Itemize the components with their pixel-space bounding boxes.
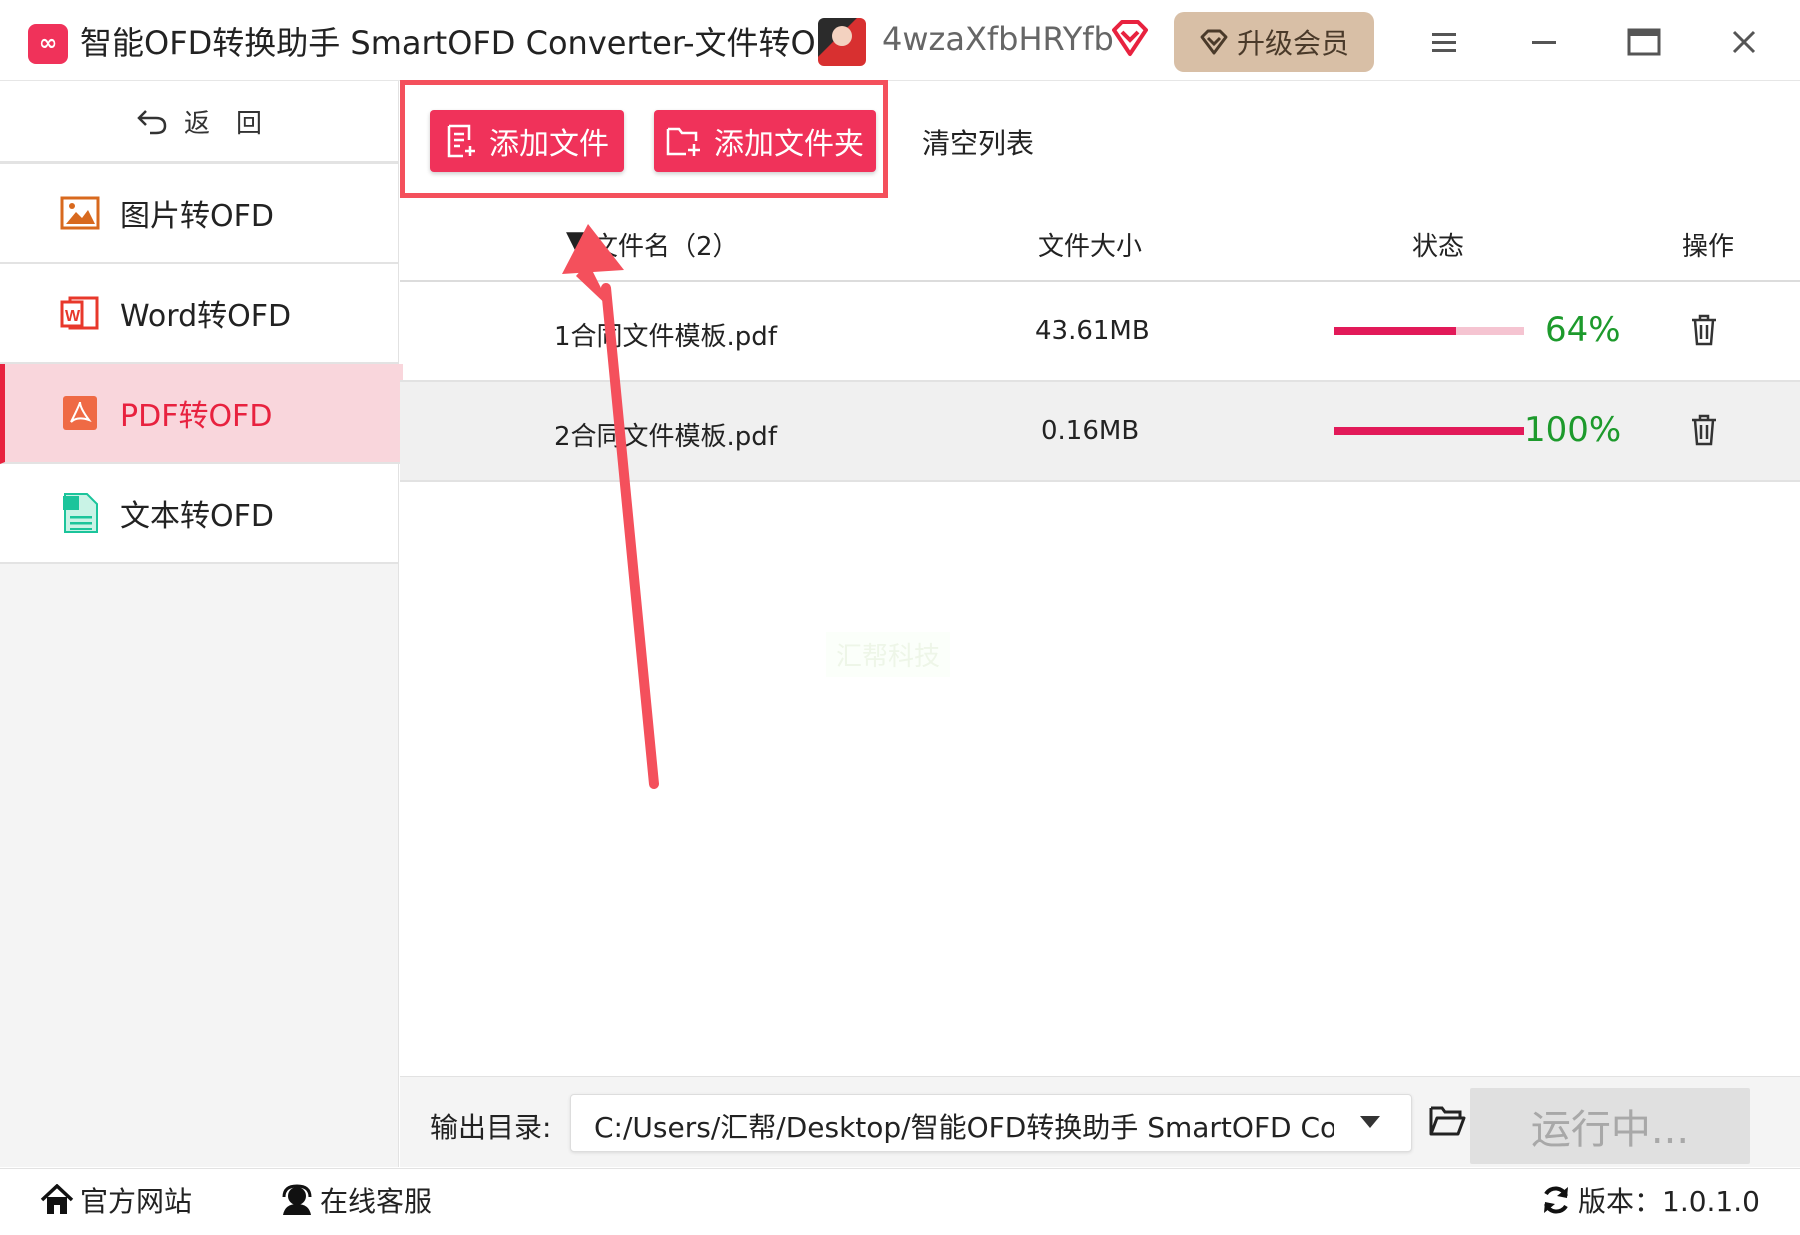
back-label: 返 回 xyxy=(183,108,262,139)
progress-percent: 100% xyxy=(1524,410,1622,450)
add-file-button[interactable]: 添加文件 xyxy=(430,110,624,172)
svg-text:W: W xyxy=(65,308,81,325)
folder-open-icon[interactable] xyxy=(1428,1104,1466,1138)
clear-list-button[interactable]: 清空列表 xyxy=(922,122,1034,162)
footer xyxy=(0,1168,1800,1235)
add-folder-button[interactable]: 添加文件夹 xyxy=(654,110,876,172)
word-icon: W xyxy=(60,293,100,333)
progress-fill xyxy=(1334,427,1524,435)
hamburger-icon xyxy=(1432,33,1456,52)
progress-bar xyxy=(1334,327,1524,335)
output-dir-value: C:/Users/汇帮/Desktop/智能OFD转换助手 SmartOFD C… xyxy=(594,1111,1334,1144)
image-icon xyxy=(60,193,100,233)
online-support-label: 在线客服 xyxy=(320,1185,433,1218)
app-title: 智能OFD转换助手 SmartOFD Converter-文件转OFD xyxy=(80,24,859,62)
column-header-action: 操作 xyxy=(1682,232,1735,262)
back-arrow-icon xyxy=(137,110,167,135)
maximize-button[interactable] xyxy=(1618,18,1670,66)
file-size: 0.16MB xyxy=(1041,416,1140,446)
output-dir-label: 输出目录: xyxy=(430,1111,552,1144)
maximize-icon xyxy=(1627,28,1661,56)
vip-diamond-icon xyxy=(1112,20,1148,56)
sidebar-item-pdf-to-ofd[interactable]: PDF转OFD xyxy=(0,364,403,464)
add-folder-icon xyxy=(666,127,700,156)
official-website-link[interactable]: 官方网站 xyxy=(40,1180,192,1220)
progress-fill xyxy=(1334,327,1456,335)
upgrade-member-button[interactable]: 升级会员 xyxy=(1174,12,1374,72)
add-folder-label: 添加文件夹 xyxy=(714,127,864,162)
text-doc-icon xyxy=(60,493,100,533)
sidebar-item-label: Word转OFD xyxy=(120,299,292,334)
pdf-icon xyxy=(60,393,100,433)
minimize-icon xyxy=(1532,41,1556,44)
sidebar-item-image-to-ofd[interactable]: 图片转OFD xyxy=(0,164,398,264)
username[interactable]: 4wzaXfbHRYfb xyxy=(882,20,1114,58)
sidebar-item-text-to-ofd[interactable]: 文本转OFD xyxy=(0,464,398,564)
file-size: 43.61MB xyxy=(1035,316,1150,346)
sidebar-item-label: 文本转OFD xyxy=(120,499,274,534)
trash-icon[interactable] xyxy=(1690,314,1718,346)
chevron-down-icon[interactable] xyxy=(1358,1114,1382,1130)
column-header-status: 状态 xyxy=(1412,232,1465,262)
sidebar-item-label: 图片转OFD xyxy=(120,199,274,234)
back-button[interactable]: 返 回 xyxy=(0,81,398,165)
add-file-icon xyxy=(447,124,475,158)
official-website-label: 官方网站 xyxy=(80,1185,193,1218)
upgrade-label: 升级会员 xyxy=(1236,27,1349,60)
progress-bar xyxy=(1334,427,1524,435)
close-button[interactable] xyxy=(1718,18,1770,66)
version-label: 版本：1.0.1.0 xyxy=(1578,1185,1760,1218)
add-file-label: 添加文件 xyxy=(489,127,609,162)
column-header-size: 文件大小 xyxy=(1038,232,1143,262)
minimize-button[interactable] xyxy=(1518,18,1570,66)
version-info: 版本：1.0.1.0 xyxy=(1540,1180,1760,1220)
watermark: 汇帮科技 xyxy=(826,632,951,677)
annotation-arrow xyxy=(562,224,659,789)
home-icon xyxy=(40,1184,74,1214)
customer-service-icon xyxy=(282,1184,312,1215)
sidebar-item-word-to-ofd[interactable]: W Word转OFD xyxy=(0,264,398,364)
online-support-link[interactable]: 在线客服 xyxy=(280,1180,432,1220)
sidebar-item-label: PDF转OFD xyxy=(120,399,273,434)
app-logo-icon: ∞ xyxy=(28,24,68,64)
diamond-icon xyxy=(1200,29,1228,55)
refresh-icon[interactable] xyxy=(1540,1184,1572,1216)
progress-percent: 64% xyxy=(1545,310,1621,350)
avatar[interactable] xyxy=(818,18,866,66)
trash-icon[interactable] xyxy=(1690,414,1718,446)
close-icon xyxy=(1732,30,1756,54)
run-button[interactable]: 运行中... xyxy=(1470,1088,1750,1164)
menu-button[interactable] xyxy=(1418,18,1470,66)
